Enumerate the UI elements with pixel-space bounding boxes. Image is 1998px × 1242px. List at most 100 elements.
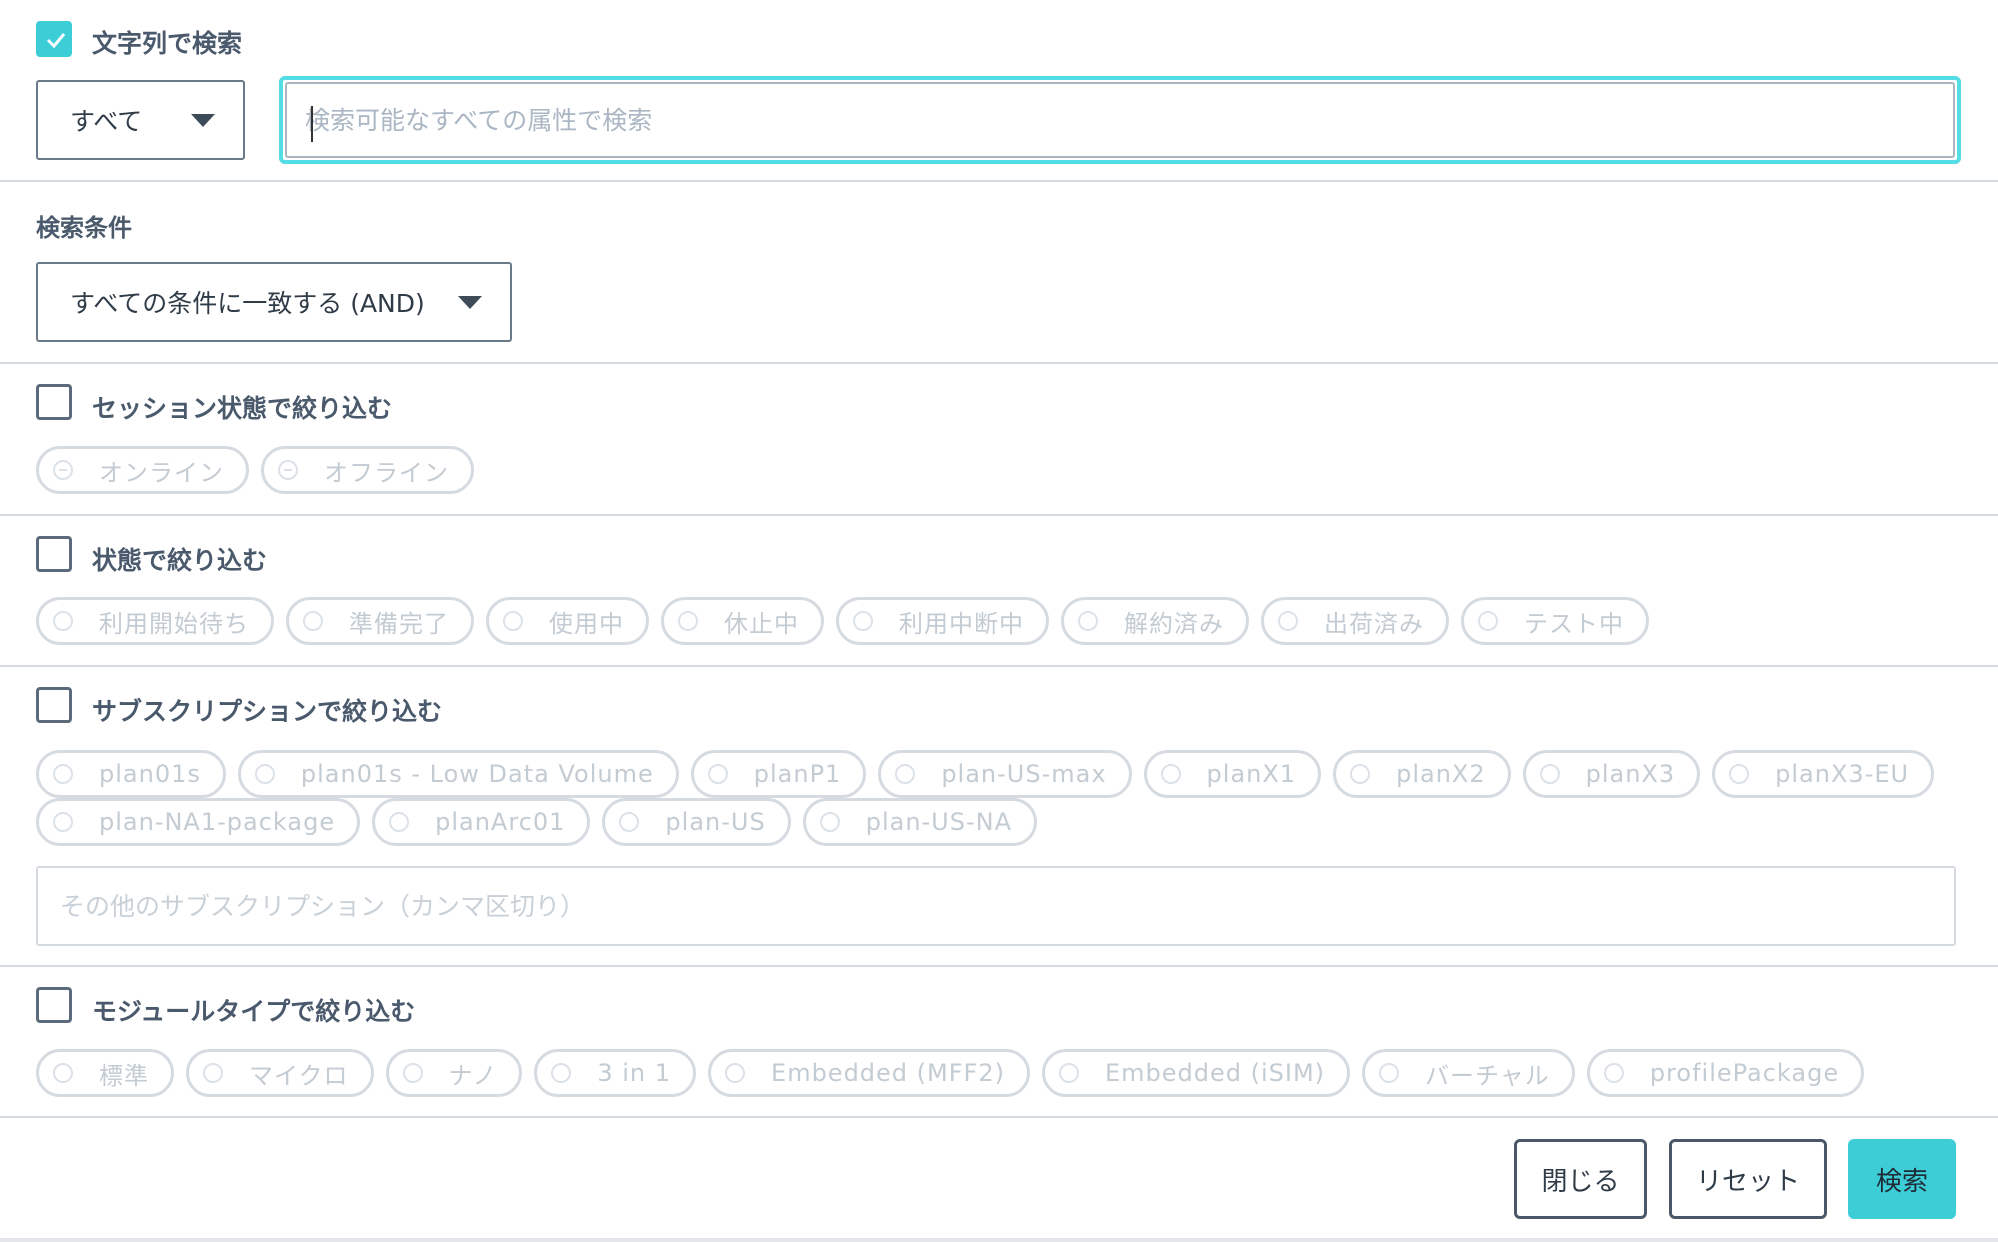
radio-circle-icon xyxy=(678,611,698,631)
session-filter-checkbox[interactable] xyxy=(36,384,72,420)
chip-module[interactable]: 標準 xyxy=(36,1049,174,1097)
search-condition-label: 検索条件 xyxy=(36,214,132,242)
chip-plan[interactable]: plan01s - Low Data Volume xyxy=(237,750,679,798)
radio-circle-icon xyxy=(1078,611,1098,631)
chip-plan[interactable]: plan-US-max xyxy=(878,750,1132,798)
chip-label: plan-US xyxy=(665,808,766,836)
search-condition-select[interactable]: すべての条件に一致する (AND) xyxy=(36,262,512,342)
radio-circle-icon xyxy=(853,611,873,631)
reset-button[interactable]: リセット xyxy=(1669,1139,1827,1219)
chip-plan[interactable]: plan-US xyxy=(602,798,791,846)
chip-label: ナノ xyxy=(448,1061,498,1090)
module-chip-row: 標準 マイクロ ナノ 3 in 1 Embedded (MFF2) Embedd… xyxy=(36,1049,1876,1097)
chip-plan[interactable]: plan01s xyxy=(36,750,226,798)
chip-label: planX3-EU xyxy=(1775,760,1910,788)
search-scope-value: すべて xyxy=(70,107,143,136)
chip-label: plan01s - Low Data Volume xyxy=(300,760,654,788)
chip-label: 休止中 xyxy=(724,609,799,638)
chip-module[interactable]: マイクロ xyxy=(186,1049,374,1097)
radio-circle-icon xyxy=(1058,1063,1079,1083)
chip-plan[interactable]: planX3 xyxy=(1522,750,1701,798)
search-scope-select[interactable]: すべて xyxy=(36,80,245,160)
chip-plan[interactable]: planArc01 xyxy=(372,798,591,846)
other-subscriptions-input[interactable] xyxy=(60,868,1930,944)
chip-module[interactable]: 3 in 1 xyxy=(534,1049,697,1097)
chip-label: 解約済み xyxy=(1124,609,1224,638)
chevron-down-icon xyxy=(191,114,215,127)
chip-plan[interactable]: plan-NA1-package xyxy=(36,798,361,846)
chip-label: 利用開始待ち xyxy=(99,609,249,638)
radio-circle-icon xyxy=(53,812,73,832)
search-field[interactable] xyxy=(285,82,1955,158)
module-filter-checkbox[interactable] xyxy=(36,987,72,1023)
chip-status-6[interactable]: 解約済み xyxy=(1061,597,1249,645)
chip-label: オフライン xyxy=(324,458,449,487)
chip-status-8[interactable]: テスト中 xyxy=(1461,597,1649,645)
chip-plan[interactable]: planX2 xyxy=(1333,750,1511,798)
radio-circle-icon xyxy=(819,812,840,832)
chip-status-1[interactable]: 利用開始待ち xyxy=(36,597,274,645)
radio-circle-icon xyxy=(203,1063,223,1083)
chip-plan[interactable]: planP1 xyxy=(690,750,867,798)
chip-plan[interactable]: planX3-EU xyxy=(1712,750,1935,798)
search-field-focus-ring xyxy=(279,76,1961,164)
chip-status-2[interactable]: 準備完了 xyxy=(286,597,474,645)
chip-label: plan-NA1-package xyxy=(99,808,336,836)
chip-module[interactable]: Embedded (MFF2) xyxy=(708,1049,1030,1097)
search-input[interactable] xyxy=(305,84,1905,156)
radio-circle-icon xyxy=(1478,611,1498,631)
chip-label: plan01s xyxy=(99,760,201,788)
subscription-filter-checkbox[interactable] xyxy=(36,687,72,723)
radio-circle-icon xyxy=(1160,764,1181,784)
chip-module[interactable]: Embedded (iSIM) xyxy=(1041,1049,1351,1097)
radio-circle-icon xyxy=(53,764,73,784)
radio-circle-icon xyxy=(1729,764,1750,784)
chip-status-3[interactable]: 使用中 xyxy=(486,597,649,645)
chip-label: 標準 xyxy=(99,1061,149,1090)
chip-label: 使用中 xyxy=(549,609,624,638)
chip-label: Embedded (MFF2) xyxy=(771,1059,1005,1087)
radio-circle-icon xyxy=(707,764,728,784)
minus-circle-icon xyxy=(278,460,298,480)
text-search-checkbox[interactable] xyxy=(36,21,72,57)
search-button[interactable]: 検索 xyxy=(1848,1139,1956,1219)
radio-circle-icon xyxy=(725,1063,746,1083)
chip-label: 出荷済み xyxy=(1324,609,1424,638)
divider xyxy=(0,514,1998,516)
chip-label: オンライン xyxy=(99,458,224,487)
chip-label: profilePackage xyxy=(1649,1059,1840,1087)
chip-module[interactable]: ナノ xyxy=(385,1049,523,1097)
close-button[interactable]: 閉じる xyxy=(1514,1139,1647,1219)
divider xyxy=(0,965,1998,967)
other-subscriptions-field[interactable] xyxy=(36,866,1956,946)
radio-circle-icon xyxy=(1278,611,1298,631)
divider xyxy=(0,1116,1998,1118)
chip-label: plan-US-NA xyxy=(865,808,1013,836)
chip-label: planX2 xyxy=(1396,760,1486,788)
chip-label: 準備完了 xyxy=(349,609,449,638)
radio-circle-icon xyxy=(254,764,275,784)
radio-circle-icon xyxy=(619,812,640,832)
chip-plan[interactable]: planX1 xyxy=(1143,750,1322,798)
chip-offline[interactable]: オフライン xyxy=(261,446,474,494)
minus-circle-icon xyxy=(53,460,73,480)
text-cursor xyxy=(311,106,313,142)
chip-module[interactable]: profilePackage xyxy=(1586,1049,1865,1097)
session-filter-label: セッション状態で絞り込む xyxy=(92,394,393,423)
module-filter-label: モジュールタイプで絞り込む xyxy=(92,997,416,1026)
subscription-filter-label: サブスクリプションで絞り込む xyxy=(92,697,443,726)
radio-circle-icon xyxy=(53,611,73,631)
subscription-chip-row-2: plan-NA1-package planArc01 plan-US plan-… xyxy=(36,798,1049,846)
chip-module[interactable]: バーチャル xyxy=(1362,1049,1575,1097)
radio-circle-icon xyxy=(389,812,410,832)
chip-status-5[interactable]: 利用中断中 xyxy=(836,597,1049,645)
chip-online[interactable]: オンライン xyxy=(36,446,249,494)
chip-plan[interactable]: plan-US-NA xyxy=(802,798,1038,846)
radio-circle-icon xyxy=(303,611,323,631)
chip-status-7[interactable]: 出荷済み xyxy=(1261,597,1449,645)
status-filter-checkbox[interactable] xyxy=(36,536,72,572)
chip-status-4[interactable]: 休止中 xyxy=(661,597,824,645)
divider xyxy=(0,665,1998,667)
radio-circle-icon xyxy=(551,1063,572,1083)
chip-label: 3 in 1 xyxy=(597,1059,672,1087)
